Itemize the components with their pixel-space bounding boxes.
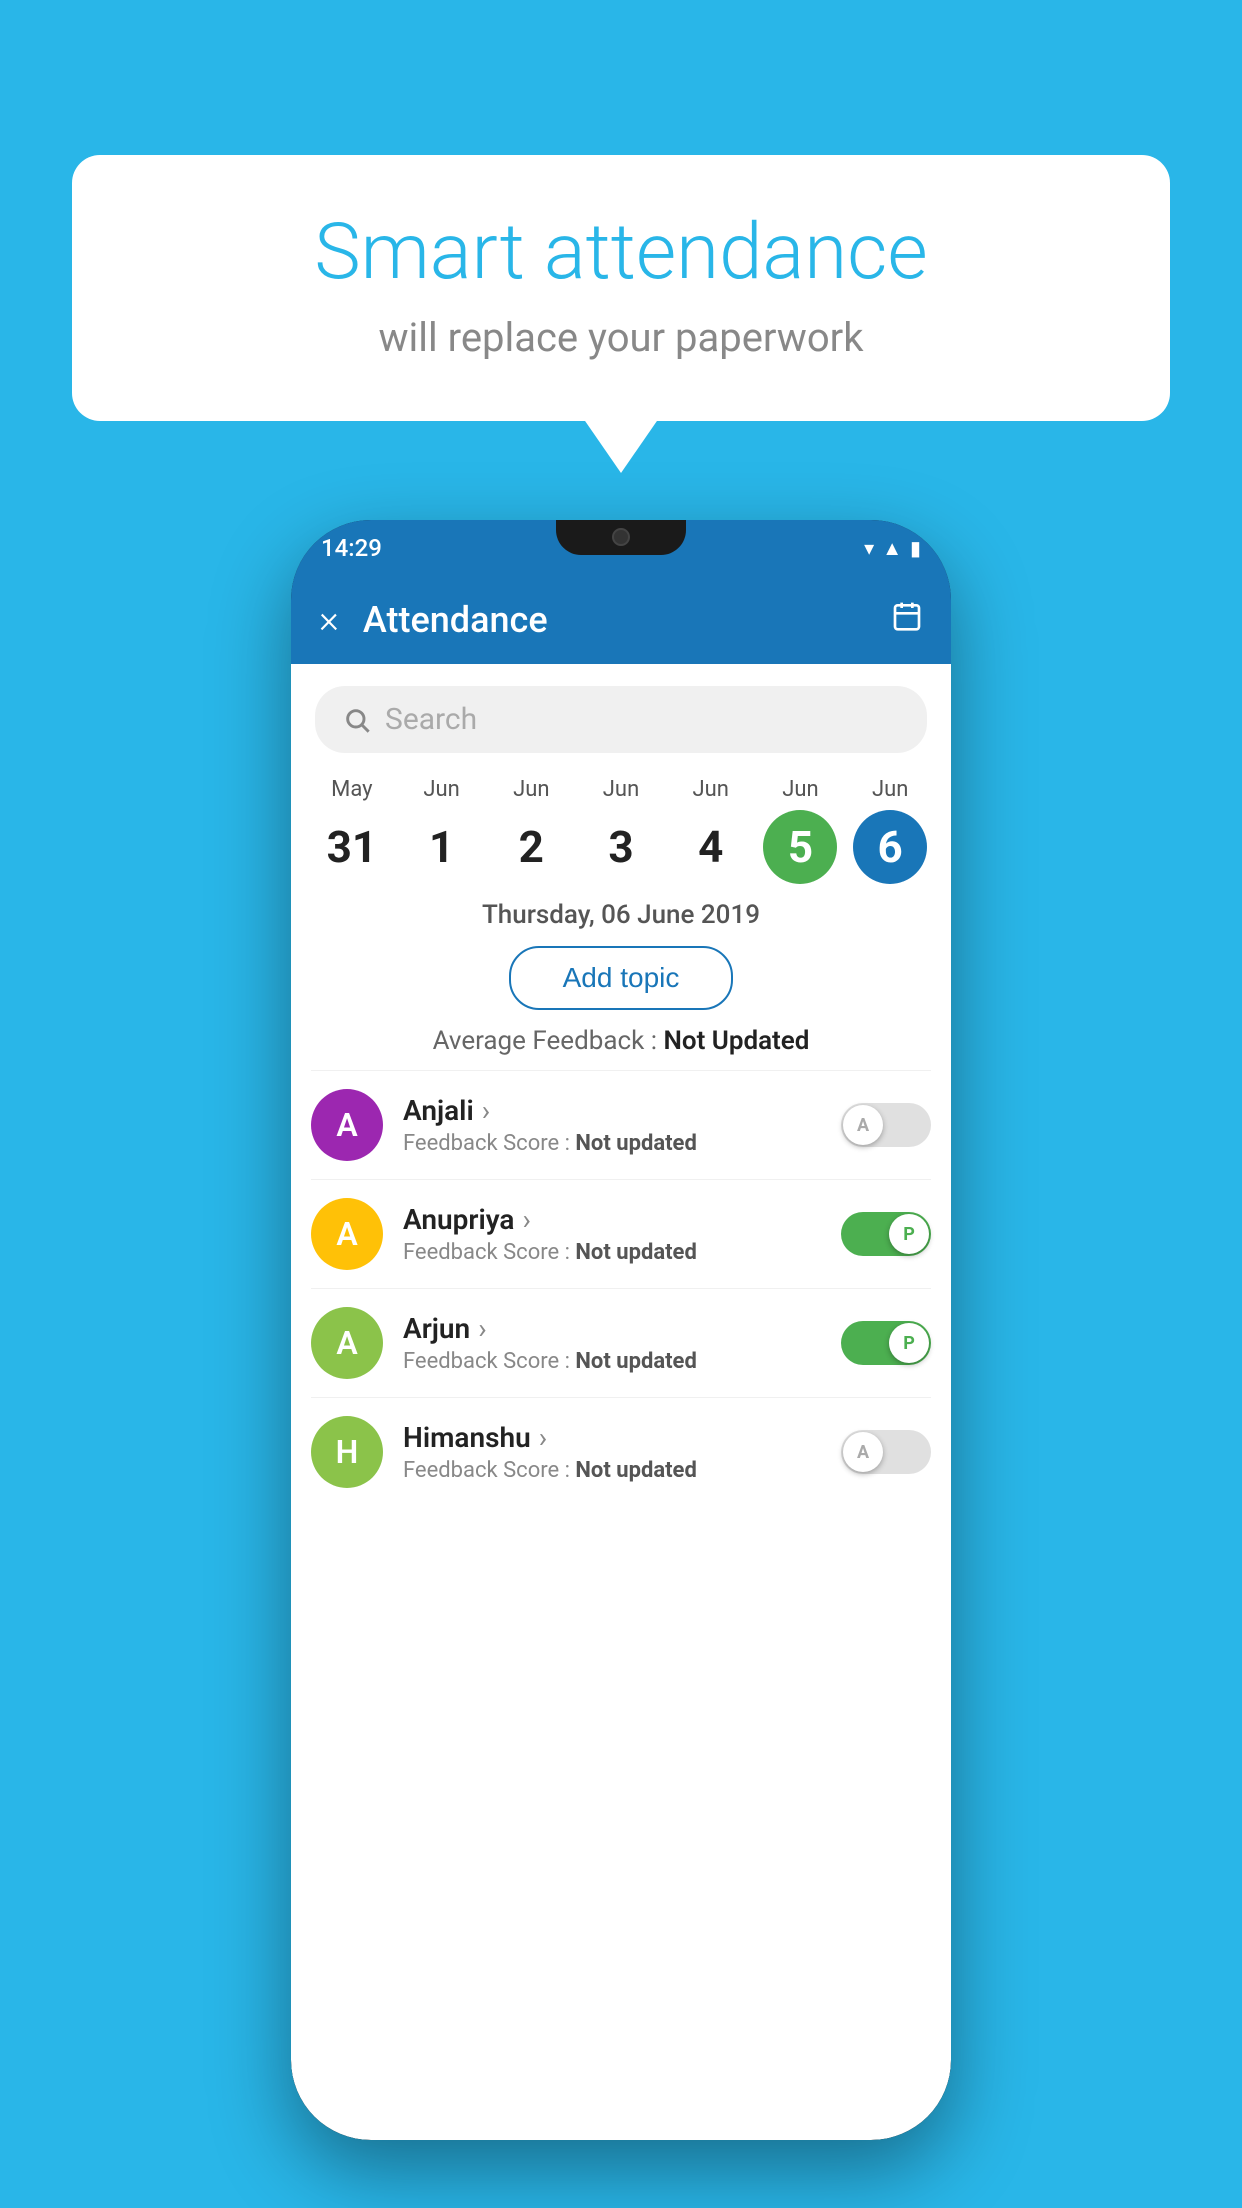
speech-bubble-subtitle: will replace your paperwork: [132, 314, 1110, 361]
cal-date-1: 1: [405, 810, 479, 884]
calendar-strip: May 31 Jun 1 Jun 2 Jun 3 Jun 4: [291, 763, 951, 884]
cal-month-3: Jun: [603, 777, 639, 802]
student-feedback-anjali: Feedback Score : Not updated: [403, 1131, 821, 1156]
cal-month-0: May: [331, 777, 372, 802]
toggle-knob-himanshu: A: [843, 1432, 883, 1472]
cal-day-1[interactable]: Jun 1: [397, 777, 487, 884]
student-name-arjun: Arjun: [403, 1312, 821, 1345]
toggle-knob-anjali: A: [843, 1105, 883, 1145]
front-camera: [612, 528, 630, 546]
cal-month-1: Jun: [423, 777, 459, 802]
battery-icon: ▮: [910, 536, 921, 560]
app-bar-title: Attendance: [363, 599, 891, 641]
cal-date-3: 3: [584, 810, 658, 884]
cal-month-6: Jun: [872, 777, 908, 802]
cal-day-4[interactable]: Jun 4: [666, 777, 756, 884]
student-list: A Anjali Feedback Score : Not updated A …: [291, 1070, 951, 1506]
cal-month-4: Jun: [693, 777, 729, 802]
student-name-anupriya: Anupriya: [403, 1203, 821, 1236]
cal-date-4: 4: [674, 810, 748, 884]
student-info-arjun: Arjun Feedback Score : Not updated: [403, 1312, 821, 1374]
avg-feedback-label: Average Feedback :: [433, 1026, 664, 1056]
cal-day-3[interactable]: Jun 3: [576, 777, 666, 884]
attendance-toggle-arjun[interactable]: P: [841, 1321, 931, 1365]
cal-date-6: 6: [853, 810, 927, 884]
student-feedback-anupriya: Feedback Score : Not updated: [403, 1240, 821, 1265]
cal-day-5[interactable]: Jun 5: [756, 777, 846, 884]
status-time: 14:29: [321, 534, 382, 562]
cal-date-5: 5: [763, 810, 837, 884]
cal-date-0: 31: [315, 810, 389, 884]
student-info-anupriya: Anupriya Feedback Score : Not updated: [403, 1203, 821, 1265]
student-item-himanshu[interactable]: H Himanshu Feedback Score : Not updated …: [311, 1397, 931, 1506]
avg-feedback-value: Not Updated: [663, 1026, 809, 1056]
student-item-anupriya[interactable]: A Anupriya Feedback Score : Not updated …: [311, 1179, 931, 1288]
toggle-knob-arjun: P: [889, 1323, 929, 1363]
student-feedback-himanshu: Feedback Score : Not updated: [403, 1458, 821, 1483]
attendance-toggle-anupriya[interactable]: P: [841, 1212, 931, 1256]
search-bar[interactable]: Search: [315, 686, 927, 753]
avatar-anjali: A: [311, 1089, 383, 1161]
wifi-icon: ▾: [864, 536, 874, 560]
student-item-arjun[interactable]: A Arjun Feedback Score : Not updated P: [311, 1288, 931, 1397]
avatar-himanshu: H: [311, 1416, 383, 1488]
calendar-icon[interactable]: [891, 600, 923, 640]
toggle-knob-anupriya: P: [889, 1214, 929, 1254]
status-icons: ▾ ▲ ▮: [864, 536, 921, 561]
student-feedback-arjun: Feedback Score : Not updated: [403, 1349, 821, 1374]
student-info-himanshu: Himanshu Feedback Score : Not updated: [403, 1421, 821, 1483]
toggle-anjali[interactable]: A: [841, 1103, 931, 1147]
toggle-anupriya[interactable]: P: [841, 1212, 931, 1256]
student-name-anjali: Anjali: [403, 1094, 821, 1127]
student-name-himanshu: Himanshu: [403, 1421, 821, 1454]
selected-date-display: Thursday, 06 June 2019: [291, 900, 951, 930]
search-icon: [343, 706, 371, 734]
speech-bubble-title: Smart attendance: [132, 210, 1110, 296]
cal-month-2: Jun: [513, 777, 549, 802]
cal-day-2[interactable]: Jun 2: [486, 777, 576, 884]
search-input[interactable]: Search: [385, 702, 477, 737]
avatar-arjun: A: [311, 1307, 383, 1379]
phone-notch: [556, 520, 686, 555]
avatar-anupriya: A: [311, 1198, 383, 1270]
close-button[interactable]: ×: [319, 601, 339, 639]
cal-date-2: 2: [494, 810, 568, 884]
screen-content: Search May 31 Jun 1 Jun 2 Jun 3: [291, 664, 951, 2140]
student-info-anjali: Anjali Feedback Score : Not updated: [403, 1094, 821, 1156]
speech-bubble: Smart attendance will replace your paper…: [72, 155, 1170, 421]
add-topic-button[interactable]: Add topic: [509, 946, 734, 1010]
signal-icon: ▲: [882, 536, 902, 561]
cal-day-6[interactable]: Jun 6: [845, 777, 935, 884]
attendance-toggle-himanshu[interactable]: A: [841, 1430, 931, 1474]
cal-month-5: Jun: [782, 777, 818, 802]
cal-day-0[interactable]: May 31: [307, 777, 397, 884]
phone-frame: 14:29 ▾ ▲ ▮ × Attendance: [291, 520, 951, 2140]
app-bar: × Attendance: [291, 576, 951, 664]
attendance-toggle-anjali[interactable]: A: [841, 1103, 931, 1147]
student-item-anjali[interactable]: A Anjali Feedback Score : Not updated A: [311, 1070, 931, 1179]
speech-bubble-container: Smart attendance will replace your paper…: [72, 155, 1170, 421]
avg-feedback: Average Feedback : Not Updated: [291, 1026, 951, 1056]
toggle-himanshu[interactable]: A: [841, 1430, 931, 1474]
phone-mockup: 14:29 ▾ ▲ ▮ × Attendance: [291, 520, 951, 2140]
toggle-arjun[interactable]: P: [841, 1321, 931, 1365]
